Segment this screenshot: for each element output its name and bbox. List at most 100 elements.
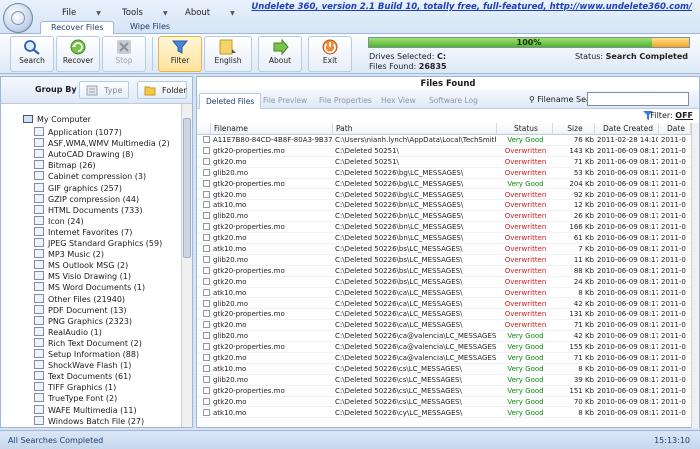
tree-item[interactable]: GZIP compression (44) bbox=[34, 193, 139, 204]
tree-item[interactable]: GIF graphics (257) bbox=[34, 182, 122, 193]
recover-button[interactable]: Recover bbox=[56, 36, 100, 72]
tree-item[interactable]: MS Word Documents (1) bbox=[34, 282, 145, 292]
table-row[interactable]: gtk20-properties.mo C:\Deleted 50251\ Over… bbox=[197, 146, 691, 157]
about-button[interactable]: About bbox=[258, 36, 302, 72]
row-checkbox[interactable] bbox=[203, 223, 210, 231]
tree-item[interactable]: MS Visio Drawing (1) bbox=[34, 271, 131, 281]
tree-item[interactable]: PDF Document (13) bbox=[34, 304, 127, 315]
table-row[interactable]: gtk20-properties.mo C:\Deleted 50226\bs\L… bbox=[197, 266, 691, 277]
tree-scrollbar[interactable] bbox=[181, 104, 192, 427]
tree-item[interactable]: Icon (24) bbox=[34, 215, 84, 226]
table-row[interactable]: gtk20.mo C:\Deleted 50226\bn\LC_MESSAGES\… bbox=[197, 233, 691, 244]
row-checkbox[interactable] bbox=[203, 397, 210, 405]
row-checkbox[interactable] bbox=[203, 234, 210, 242]
row-checkbox[interactable] bbox=[203, 212, 210, 220]
menu-about[interactable]: About ▼ bbox=[185, 8, 235, 18]
tree-item[interactable]: Windows Batch File (27) bbox=[34, 415, 144, 426]
table-row[interactable]: gtk20-properties.mo C:\Deleted 50226\ca\L… bbox=[197, 309, 691, 321]
tree-item[interactable]: MP3 Music (2) bbox=[34, 249, 104, 259]
row-checkbox[interactable] bbox=[203, 190, 210, 198]
row-checkbox[interactable] bbox=[203, 299, 210, 307]
tree-item[interactable]: TrueType Font (2) bbox=[34, 393, 117, 403]
table-row[interactable]: glib20.mo C:\Deleted 50226\bs\LC_MESSAGES… bbox=[197, 255, 691, 266]
tree-item[interactable]: HTML Documents (733) bbox=[34, 204, 142, 215]
groupby-folder-button[interactable]: Folder bbox=[137, 81, 187, 99]
app-orb-button[interactable] bbox=[3, 3, 33, 33]
table-row[interactable]: glib20.mo C:\Deleted 50226\ca@valencia\LC… bbox=[197, 331, 691, 343]
filename-search-input[interactable] bbox=[587, 92, 689, 106]
table-row[interactable]: glib20.mo C:\Deleted 50226\ca\LC_MESSAGES… bbox=[197, 299, 691, 310]
row-checkbox[interactable] bbox=[203, 375, 210, 383]
table-row[interactable]: atk10.mo C:\Deleted 50226\cs\LC_MESSAGES\… bbox=[197, 364, 691, 375]
tree-item[interactable]: JPEG Standard Graphics (59) bbox=[34, 238, 162, 248]
tree-scroll-thumb[interactable] bbox=[183, 118, 191, 258]
tree-item[interactable]: AutoCAD Drawing (8) bbox=[34, 149, 133, 159]
tree-root-my-computer[interactable]: My Computer bbox=[23, 115, 91, 124]
tree-item[interactable]: PNG Graphics (2323) bbox=[34, 315, 132, 326]
menu-tools[interactable]: Tools ▼ bbox=[122, 8, 168, 18]
column-header[interactable]: Path bbox=[333, 123, 497, 135]
row-checkbox[interactable] bbox=[203, 277, 210, 285]
row-checkbox[interactable] bbox=[203, 343, 210, 351]
tree-item[interactable]: Setup Information (88) bbox=[34, 349, 139, 359]
table-row[interactable]: A11E7B80-84CD-4B8F-80A3-9B379221...C:\Us… bbox=[197, 135, 691, 146]
table-row[interactable]: gtk20.mo C:\Deleted 50226\ca\LC_MESSAGES\… bbox=[197, 320, 691, 332]
table-row[interactable]: atk10.mo C:\Deleted 50226\cy\LC_MESSAGES\… bbox=[197, 408, 691, 419]
tree-item[interactable]: Application (1077) bbox=[34, 127, 122, 137]
table-row[interactable]: gtk20-properties.mo C:\Deleted 50226\ca@v… bbox=[197, 342, 691, 353]
website-link[interactable]: Undelete 360, version 2.1 Build 10, tota… bbox=[251, 2, 692, 12]
table-row[interactable]: glib20.mo C:\Deleted 50226\bg\LC_MESSAGES… bbox=[197, 168, 691, 179]
table-row[interactable]: atk10.mo C:\Deleted 50226\bs\LC_MESSAGES\… bbox=[197, 244, 691, 255]
row-checkbox[interactable] bbox=[203, 332, 210, 340]
row-checkbox[interactable] bbox=[203, 157, 210, 165]
table-row[interactable]: gtk20-properties.mo C:\Deleted 50226\bg\L… bbox=[197, 179, 691, 190]
stop-button[interactable]: Stop bbox=[102, 36, 146, 72]
tab-recover-files[interactable]: Recover Files bbox=[40, 21, 115, 34]
row-checkbox[interactable] bbox=[203, 386, 210, 394]
tree-item[interactable]: Other Files (21940) bbox=[34, 293, 125, 304]
table-row[interactable]: atk10.mo C:\Deleted 50226\bn\LC_MESSAGES\… bbox=[197, 200, 691, 212]
tree-item[interactable]: RealAudio (1) bbox=[34, 326, 102, 337]
tree-item[interactable]: Text Documents (61) bbox=[34, 371, 131, 381]
tree-item[interactable]: ShockWave Flash (1) bbox=[34, 360, 131, 370]
table-row[interactable]: glib20.mo C:\Deleted 50226\cs\LC_MESSAGES… bbox=[197, 375, 691, 386]
table-row[interactable]: gtk20.mo C:\Deleted 50226\bg\LC_MESSAGES\… bbox=[197, 190, 691, 201]
table-row[interactable]: gtk20.mo C:\Deleted 50226\cs\LC_MESSAGES\… bbox=[197, 397, 691, 408]
tab-file-properties[interactable]: File Properties bbox=[313, 93, 378, 109]
row-checkbox[interactable] bbox=[203, 168, 210, 176]
tree-item[interactable]: Rich Text Document (2) bbox=[34, 337, 142, 348]
row-checkbox[interactable] bbox=[203, 146, 210, 154]
row-checkbox[interactable] bbox=[203, 321, 210, 329]
search-button[interactable]: Search bbox=[10, 36, 54, 72]
tab-file-preview[interactable]: File Preview bbox=[257, 93, 313, 109]
groupby-type-button[interactable]: Type bbox=[79, 81, 129, 99]
table-row[interactable]: gtk20-properties.mo C:\Deleted 50226\cs\L… bbox=[197, 386, 691, 397]
row-checkbox[interactable] bbox=[203, 364, 210, 372]
tree-item[interactable]: Bitmap (26) bbox=[34, 160, 96, 170]
row-checkbox[interactable] bbox=[203, 354, 210, 361]
column-header[interactable]: Status bbox=[497, 123, 553, 135]
table-row[interactable]: gtk20.mo C:\Deleted 50226\bs\LC_MESSAGES\… bbox=[197, 277, 691, 288]
tree-item[interactable]: WAFE Multimedia (11) bbox=[34, 404, 137, 415]
tab-hex-view[interactable]: Hex View bbox=[375, 93, 422, 109]
tab-deleted-files[interactable]: Deleted Files bbox=[199, 93, 262, 109]
row-checkbox[interactable] bbox=[203, 408, 210, 416]
exit-button[interactable]: Exit bbox=[308, 36, 352, 72]
column-header[interactable]: Date Created bbox=[595, 123, 659, 135]
tree-item[interactable]: TIFF Graphics (1) bbox=[34, 382, 116, 392]
filter-button[interactable]: Filter bbox=[158, 36, 202, 72]
row-checkbox[interactable] bbox=[203, 201, 210, 209]
tree-item[interactable]: Internet Favorites (7) bbox=[34, 226, 132, 237]
table-row[interactable]: gtk20.mo C:\Deleted 50226\ca@valencia\LC_… bbox=[197, 353, 691, 364]
tab-software-log[interactable]: Software Log bbox=[423, 93, 484, 109]
tree-item[interactable]: ASF,WMA,WMV Multimedia (2) bbox=[34, 138, 170, 148]
row-checkbox[interactable] bbox=[203, 310, 210, 318]
column-header[interactable]: Filename bbox=[211, 123, 333, 135]
table-row[interactable]: atk10.mo C:\Deleted 50226\ca\LC_MESSAGES\… bbox=[197, 288, 691, 299]
tree-item[interactable]: Cabinet compression (3) bbox=[34, 171, 146, 181]
filter-toggle[interactable]: Filter: OFF bbox=[650, 111, 693, 120]
menu-file[interactable]: File ▼ bbox=[62, 8, 101, 18]
column-header[interactable]: Date bbox=[659, 123, 691, 135]
tree-item[interactable]: MS Outlook MSG (2) bbox=[34, 260, 128, 270]
row-checkbox[interactable] bbox=[203, 136, 210, 143]
